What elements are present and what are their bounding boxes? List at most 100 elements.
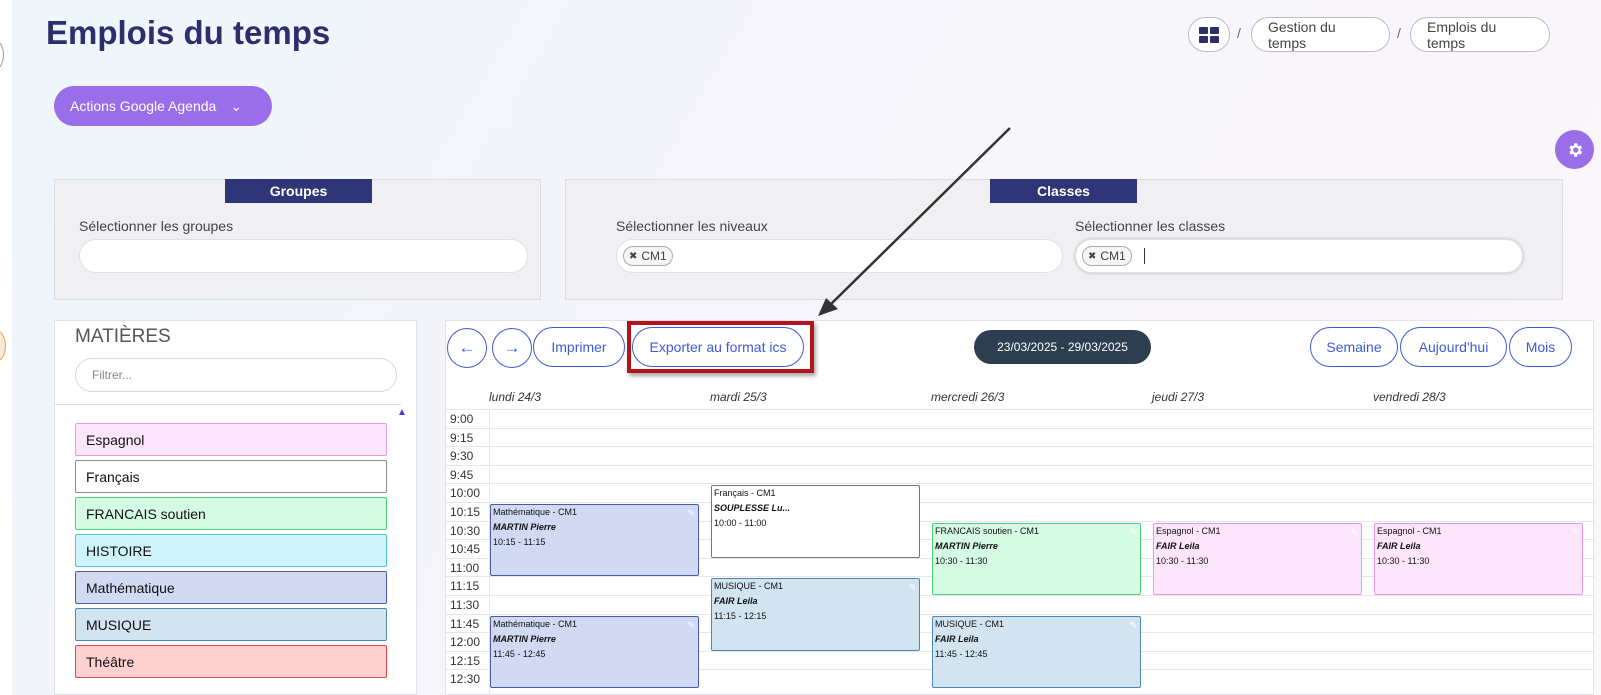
time-label: 9:30 — [450, 449, 474, 464]
time-label: 10:45 — [450, 542, 481, 557]
groupes-label: Sélectionner les groupes — [79, 218, 234, 234]
classe-tag-label: CM1 — [1100, 249, 1126, 263]
event-teacher: FAIR Leila — [935, 633, 979, 644]
time-row-line — [446, 409, 1595, 410]
groupes-select[interactable] — [79, 239, 528, 273]
time-label: 12:30 — [450, 672, 481, 687]
time-row-line — [446, 427, 1595, 429]
matieres-panel: MATIÈRES Filtrer... ▲ Espagnol Français FR… — [54, 320, 417, 695]
time-label: 10:00 — [450, 486, 481, 501]
subject-item[interactable]: Mathématique — [75, 571, 387, 604]
month-view-button[interactable]: Mois — [1509, 327, 1572, 367]
day-header: jeudi 27/3 — [1152, 390, 1205, 404]
event-teacher: FAIR Leila — [1377, 540, 1421, 551]
classes-panel: Classes Sélectionner les niveaux ✖ CM1 Sé… — [565, 179, 1563, 300]
pencil-icon[interactable]: ✎ — [1571, 525, 1579, 540]
time-label: 12:15 — [450, 653, 481, 668]
time-row-line — [446, 464, 1595, 466]
arrow-left-icon: ← — [458, 338, 476, 357]
prev-week-button[interactable]: ← — [447, 328, 487, 368]
event-time: 10:00 - 11:00 — [714, 518, 767, 529]
event-title: Français - CM1 — [714, 488, 776, 499]
pencil-icon[interactable]: ✎ — [908, 580, 916, 595]
classe-tag[interactable]: ✖ CM1 — [1082, 246, 1132, 266]
time-label: 12:00 — [450, 635, 481, 650]
niveau-tag-label: CM1 — [641, 249, 667, 263]
classes-select[interactable]: ✖ CM1 — [1075, 239, 1523, 273]
event-teacher: FAIR Leila — [714, 596, 758, 607]
calendar-event[interactable]: Mathématique - CM1 MARTIN Pierre 11:45 - 1… — [490, 615, 699, 688]
google-agenda-actions-button[interactable]: Actions Google Agenda ⌄ — [54, 86, 272, 126]
time-label: 10:30 — [450, 523, 481, 538]
niveaux-label: Sélectionner les niveaux — [616, 218, 768, 234]
matieres-title: MATIÈRES — [75, 326, 171, 347]
subject-item[interactable]: FRANCAIS soutien — [75, 497, 387, 530]
remove-tag-icon[interactable]: ✖ — [1088, 251, 1096, 262]
time-row-line — [446, 595, 1595, 596]
subject-item[interactable]: HISTOIRE — [75, 534, 387, 567]
arrow-right-icon: → — [503, 338, 521, 357]
subject-item[interactable]: MUSIQUE — [75, 608, 387, 641]
event-teacher: MARTIN Pierre — [493, 633, 556, 644]
event-title: FRANCAIS soutien - CM1 — [935, 525, 1040, 536]
event-teacher: MARTIN Pierre — [935, 540, 998, 551]
week-view-button[interactable]: Semaine — [1310, 327, 1398, 367]
breadcrumb-separator: / — [1237, 25, 1241, 41]
print-button[interactable]: Imprimer — [533, 327, 625, 367]
event-teacher: SOUPLESSE Lu... — [714, 503, 791, 514]
apps-button[interactable] — [1188, 17, 1230, 52]
left-sidebar-edge — [0, 0, 12, 695]
event-title: Espagnol - CM1 — [1377, 525, 1442, 536]
subject-item[interactable]: Théâtre — [75, 645, 387, 678]
matieres-filter-input[interactable]: Filtrer... — [75, 358, 397, 392]
time-label: 11:30 — [450, 598, 480, 612]
pencil-icon[interactable]: ✎ — [687, 618, 695, 633]
settings-button[interactable] — [1555, 130, 1594, 169]
time-label: 9:45 — [450, 467, 474, 482]
export-highlight-box — [627, 321, 814, 373]
next-week-button[interactable]: → — [492, 328, 532, 368]
time-label: 10:15 — [450, 505, 481, 519]
classes-label: Sélectionner les classes — [1075, 218, 1226, 234]
calendar-event[interactable]: Mathématique - CM1 MARTIN Pierre 10:15 - 1… — [490, 504, 699, 577]
pencil-icon[interactable]: ✎ — [687, 506, 695, 521]
subject-item[interactable]: Espagnol — [75, 423, 387, 456]
time-row-line — [446, 446, 1595, 448]
calendar-event[interactable]: FRANCAIS soutien - CM1 MARTIN Pierre 10:30… — [932, 522, 1141, 595]
calendar-event[interactable]: MUSIQUE - CM1 FAIR Leila 11:45 - 12:45 ✎ — [932, 615, 1141, 688]
event-time: 10:15 - 11:15 — [493, 537, 546, 547]
groupes-panel: Groupes Sélectionner les groupes — [54, 179, 541, 300]
time-label: 9:15 — [450, 430, 474, 445]
event-time: 10:30 - 11:30 — [935, 555, 988, 566]
calendar-grid: lundi 24/3 mardi 25/3 mercredi 26/3 jeudi 2… — [446, 389, 1595, 695]
niveaux-select[interactable]: ✖ CM1 — [616, 239, 1063, 273]
time-label: 11:15 — [450, 579, 480, 594]
subject-item[interactable]: Français — [75, 460, 387, 493]
breadcrumb-gestion-du-temps[interactable]: Gestion du temps — [1251, 17, 1390, 52]
time-label: 11:45 — [450, 616, 480, 631]
breadcrumb-emplois-du-temps[interactable]: Emplois du temps — [1410, 17, 1550, 52]
calendar-event[interactable]: MUSIQUE - CM1 FAIR Leila 11:15 - 12:15 ✎ — [711, 578, 920, 651]
day-header: vendredi 28/3 — [1373, 390, 1446, 404]
remove-tag-icon[interactable]: ✖ — [629, 251, 637, 262]
event-title: MUSIQUE - CM1 — [935, 618, 1005, 629]
niveau-tag[interactable]: ✖ CM1 — [623, 246, 673, 266]
calendar-event[interactable]: Espagnol - CM1 FAIR Leila 10:30 - 11:30 ✎ — [1374, 522, 1583, 595]
pencil-icon[interactable]: ✎ — [908, 487, 916, 502]
scroll-up-icon[interactable]: ▲ — [397, 407, 409, 418]
day-header: mardi 25/3 — [710, 390, 767, 404]
today-button[interactable]: Aujourd'hui — [1400, 327, 1507, 367]
event-time: 11:15 - 12:15 — [714, 611, 767, 622]
event-teacher: MARTIN Pierre — [493, 522, 556, 532]
pencil-icon[interactable]: ✎ — [1129, 618, 1137, 633]
gear-icon — [1568, 142, 1582, 157]
calendar-event[interactable]: Espagnol - CM1 FAIR Leila 10:30 - 11:30 ✎ — [1153, 522, 1362, 595]
event-time: 10:30 - 11:30 — [1377, 555, 1430, 566]
pencil-icon[interactable]: ✎ — [1129, 525, 1137, 540]
sidebar-indicator[interactable] — [0, 330, 6, 362]
time-row-line — [446, 483, 1595, 485]
sidebar-toggle[interactable] — [0, 40, 4, 70]
pencil-icon[interactable]: ✎ — [1350, 525, 1358, 540]
date-range-badge: 23/03/2025 - 29/03/2025 — [974, 330, 1151, 364]
calendar-event[interactable]: Français - CM1 SOUPLESSE Lu... 10:00 - 11:… — [711, 485, 920, 558]
